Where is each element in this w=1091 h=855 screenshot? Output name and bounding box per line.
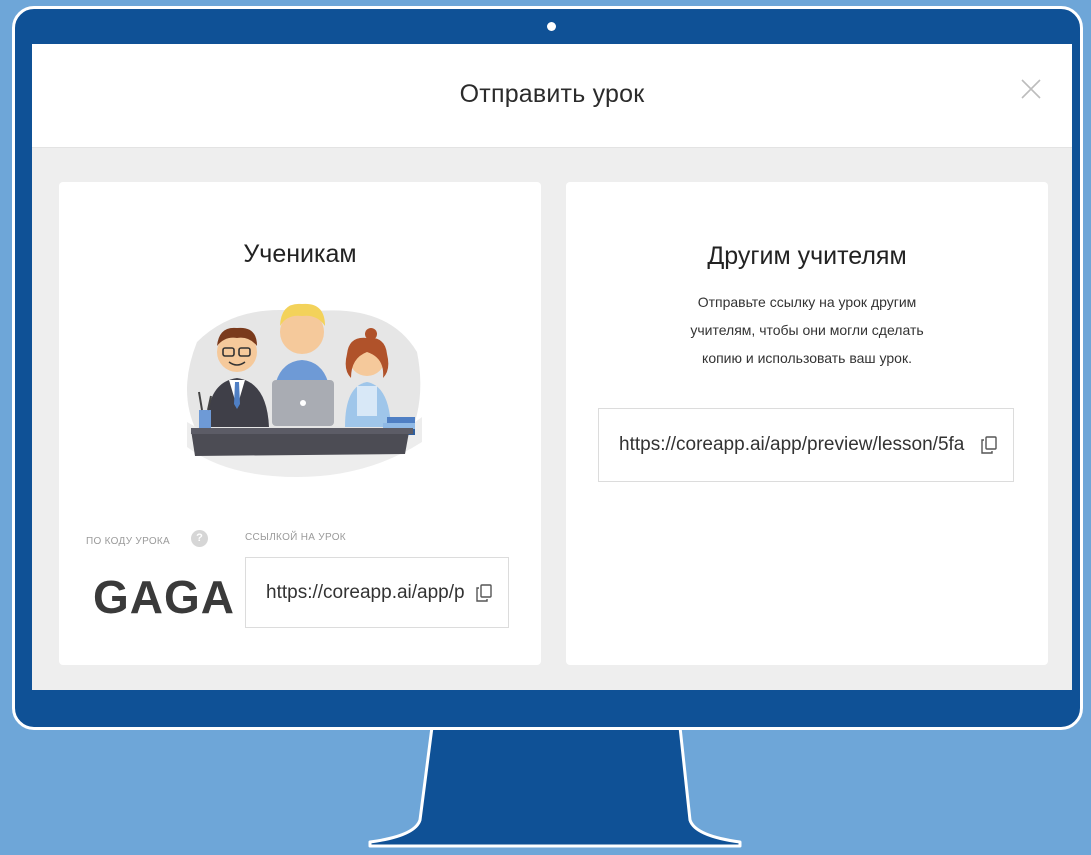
teachers-description: Отправьте ссылку на урок другим учителям… <box>626 288 988 372</box>
teacher-link-field[interactable]: https://coreapp.ai/app/preview/lesson/5f… <box>598 408 1014 482</box>
students-illustration <box>187 303 422 477</box>
link-label: ССЫЛКОЙ НА УРОК <box>245 532 346 543</box>
teacher-link-text: https://coreapp.ai/app/preview/lesson/5f… <box>619 434 965 455</box>
student-link-field[interactable]: https://coreapp.ai/app/p <box>245 557 509 628</box>
copy-icon[interactable] <box>981 436 997 454</box>
close-icon <box>1021 79 1041 99</box>
modal-header: Отправить урок <box>32 44 1072 148</box>
description-line: копию и использовать ваш урок. <box>702 350 912 366</box>
student-link-text: https://coreapp.ai/app/p <box>266 581 465 603</box>
help-icon[interactable]: ? <box>191 530 208 547</box>
teachers-title: Другим учителям <box>707 242 907 270</box>
copy-icon[interactable] <box>476 583 492 602</box>
students-title: Ученикам <box>243 240 357 268</box>
camera-dot <box>547 22 556 31</box>
close-button[interactable] <box>1016 74 1046 104</box>
description-line: Отправьте ссылку на урок другим <box>697 294 917 310</box>
modal-title: Отправить урок <box>459 80 645 108</box>
screen: Отправить урок Ученикам ПО КОДУ УРОКА ? … <box>32 44 1072 690</box>
students-card: Ученикам ПО КОДУ УРОКА ? GAGA ССЫЛКОЙ НА… <box>59 182 541 665</box>
code-label: ПО КОДУ УРОКА <box>86 536 171 547</box>
lesson-code: GAGA <box>93 571 235 623</box>
description-line: учителям, чтобы они могли сделать <box>690 322 924 338</box>
teachers-card: Другим учителям Отправьте ссылку на урок… <box>566 182 1048 665</box>
